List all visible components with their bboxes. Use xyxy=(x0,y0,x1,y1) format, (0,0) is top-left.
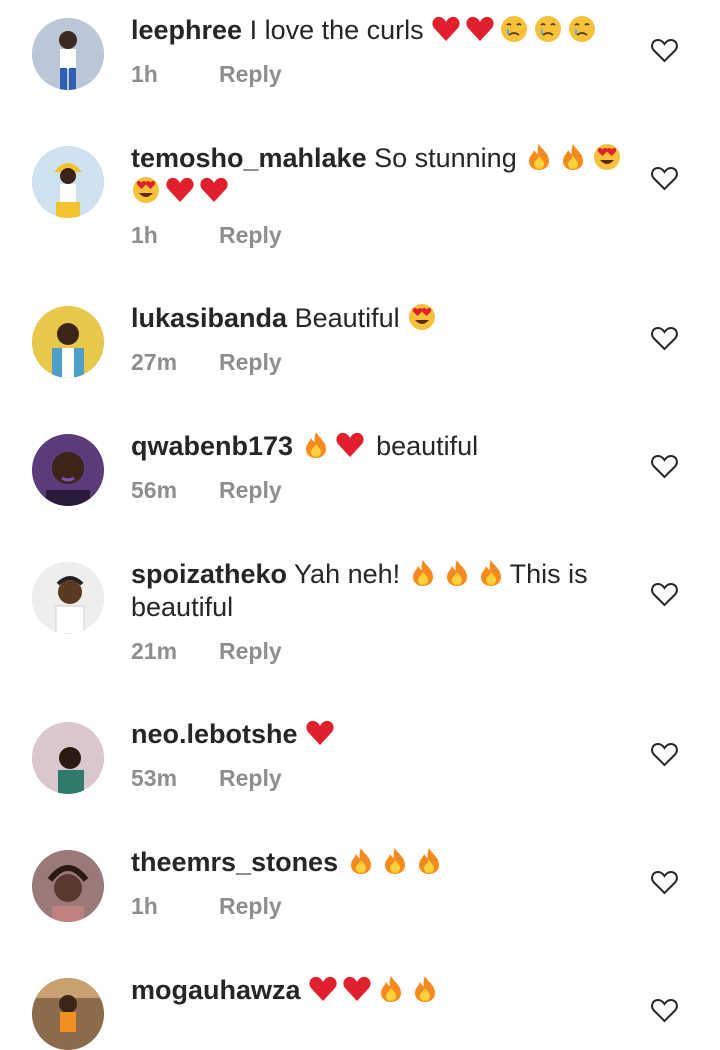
heart-icon xyxy=(305,718,335,748)
comment-time: 56m xyxy=(131,477,178,503)
fire-icon xyxy=(376,974,406,1004)
like-heart-icon[interactable] xyxy=(651,870,678,895)
comment-text: lukasibanda Beautiful xyxy=(131,302,631,335)
comment-meta: 53m Reply xyxy=(131,765,631,792)
heart-icon xyxy=(199,175,229,205)
reply-button[interactable]: Reply xyxy=(219,349,282,376)
fire-icon xyxy=(524,142,554,172)
reply-button[interactable]: Reply xyxy=(219,61,282,88)
avatar[interactable] xyxy=(32,562,104,634)
like-heart-icon[interactable] xyxy=(651,326,678,351)
comment-time: 1h xyxy=(131,222,158,248)
comment-meta: 1h Reply xyxy=(131,222,631,249)
like-heart-icon[interactable] xyxy=(651,166,678,191)
heart-icon xyxy=(165,175,195,205)
fire-icon xyxy=(301,430,331,460)
comment-username[interactable]: neo.lebotshe xyxy=(131,719,298,749)
comment-meta: 1h Reply xyxy=(131,893,631,920)
comment-body: beautiful xyxy=(376,431,479,461)
comment-body: Beautiful xyxy=(294,303,400,333)
comment-time: 53m xyxy=(131,765,178,791)
comment-username[interactable]: lukasibanda xyxy=(131,303,287,333)
like-heart-icon[interactable] xyxy=(651,742,678,767)
avatar[interactable] xyxy=(32,306,104,378)
comment-text: neo.lebotshe xyxy=(131,718,631,751)
avatar[interactable] xyxy=(32,434,104,506)
heart-icon xyxy=(431,14,461,44)
comment-text: leephree I love the curls xyxy=(131,14,631,47)
like-heart-icon[interactable] xyxy=(651,998,678,1023)
heart-eyes-icon xyxy=(407,302,437,332)
comment-time: 27m xyxy=(131,349,178,375)
comment-meta: 56m Reply xyxy=(131,477,631,504)
crying-face-icon xyxy=(499,14,529,44)
comment-text: temosho_mahlake So stunning xyxy=(131,142,631,208)
comment-time: 1h xyxy=(131,61,158,87)
comment-meta: 21m Reply xyxy=(131,638,631,665)
comment-username[interactable]: qwabenb173 xyxy=(131,431,293,461)
like-heart-icon[interactable] xyxy=(651,582,678,607)
comment-meta: 1h Reply xyxy=(131,61,631,88)
comment-text: theemrs_stones xyxy=(131,846,631,879)
heart-eyes-icon xyxy=(131,175,161,205)
heart-eyes-icon xyxy=(592,142,622,172)
comment-text: mogauhawza xyxy=(131,974,631,1007)
reply-button[interactable]: Reply xyxy=(219,638,282,665)
comment-text: spoizatheko Yah neh! This is beautiful xyxy=(131,558,631,624)
fire-icon xyxy=(476,558,506,588)
heart-icon xyxy=(308,974,338,1004)
reply-button[interactable]: Reply xyxy=(219,477,282,504)
comment-body: I love the curls xyxy=(249,15,424,45)
avatar[interactable] xyxy=(32,18,104,90)
avatar[interactable] xyxy=(32,146,104,218)
fire-icon xyxy=(442,558,472,588)
comment-username[interactable]: leephree xyxy=(131,15,242,45)
fire-icon xyxy=(558,142,588,172)
comment-username[interactable]: temosho_mahlake xyxy=(131,143,367,173)
comment-text: qwabenb173 beautiful xyxy=(131,430,631,463)
like-heart-icon[interactable] xyxy=(651,454,678,479)
reply-button[interactable]: Reply xyxy=(219,765,282,792)
heart-icon xyxy=(335,430,365,460)
heart-icon xyxy=(465,14,495,44)
fire-icon xyxy=(408,558,438,588)
heart-icon xyxy=(342,974,372,1004)
reply-button[interactable]: Reply xyxy=(219,222,282,249)
comment-username[interactable]: mogauhawza xyxy=(131,975,301,1005)
comment-time: 21m xyxy=(131,638,178,664)
crying-face-icon xyxy=(567,14,597,44)
avatar[interactable] xyxy=(32,978,104,1050)
fire-icon xyxy=(410,974,440,1004)
avatar[interactable] xyxy=(32,850,104,922)
crying-face-icon xyxy=(533,14,563,44)
comment-username[interactable]: spoizatheko xyxy=(131,559,287,589)
fire-icon xyxy=(346,846,376,876)
comment-meta: 27m Reply xyxy=(131,349,631,376)
fire-icon xyxy=(380,846,410,876)
comment-body: Yah neh! xyxy=(294,559,401,589)
comment-time: 1h xyxy=(131,893,158,919)
fire-icon xyxy=(414,846,444,876)
comment-username[interactable]: theemrs_stones xyxy=(131,847,338,877)
comment-body: So stunning xyxy=(374,143,517,173)
like-heart-icon[interactable] xyxy=(651,38,678,63)
avatar[interactable] xyxy=(32,722,104,794)
reply-button[interactable]: Reply xyxy=(219,893,282,920)
